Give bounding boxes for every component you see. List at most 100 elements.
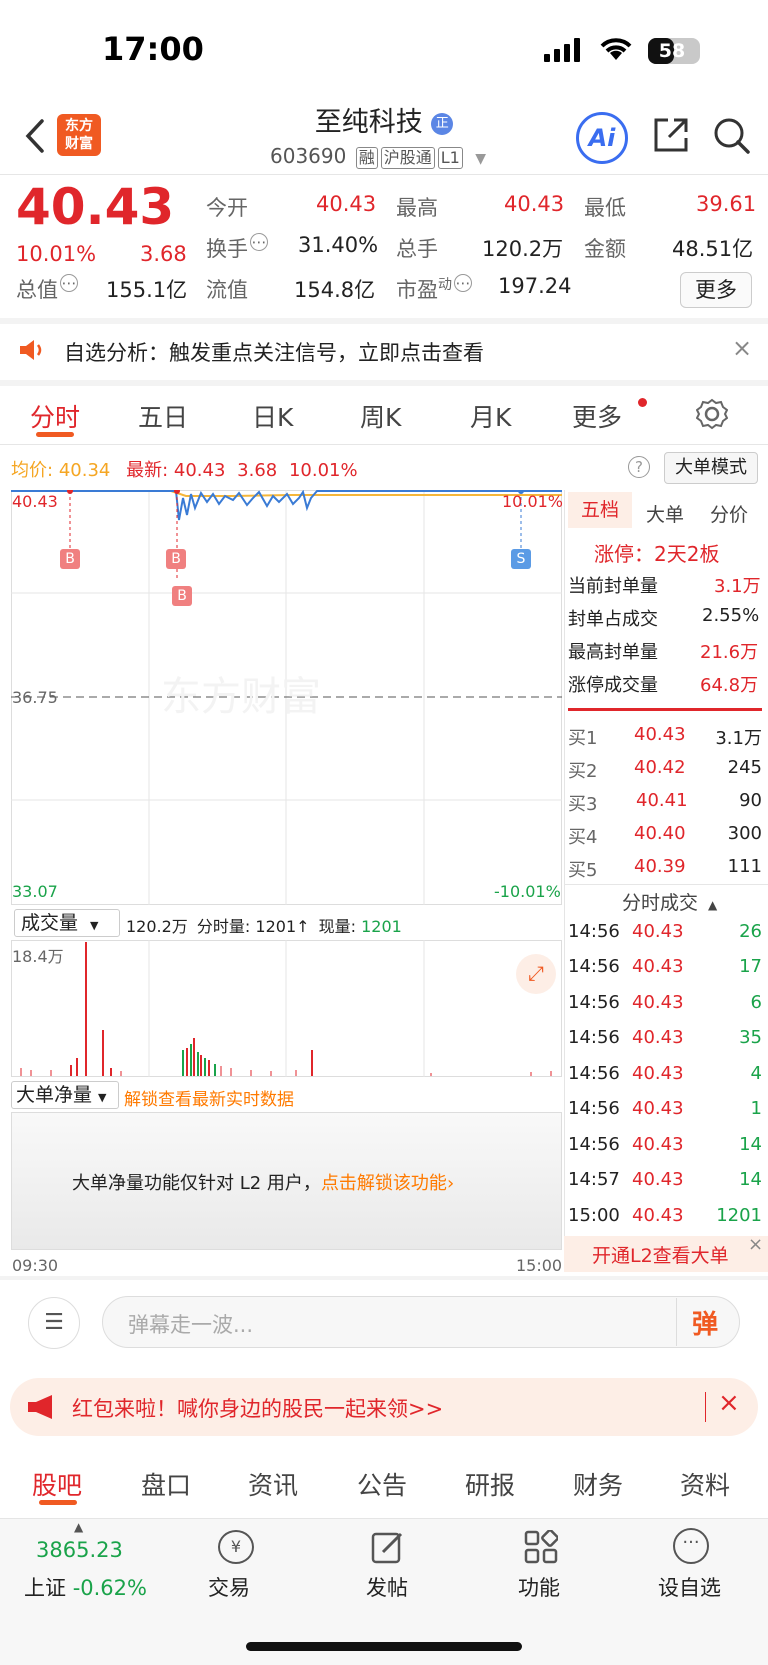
float-value: 154.8亿 bbox=[294, 278, 376, 302]
tab-daily-k[interactable]: 日K bbox=[252, 398, 293, 434]
tick-row: 14:56 40.43 26 bbox=[568, 921, 762, 942]
ticks-title[interactable]: 分时成交 ▲ bbox=[622, 888, 717, 915]
bid-row[interactable]: 买4 40.40 300 bbox=[568, 823, 762, 849]
big-order-selector[interactable]: 大单净量 ▼ bbox=[11, 1081, 119, 1109]
high-label: 最高 bbox=[396, 196, 438, 220]
close-icon[interactable]: × bbox=[748, 1234, 763, 1255]
limit-vol-label: 涨停成交量 bbox=[568, 675, 658, 696]
seal-stat-value: 3.1万 bbox=[714, 576, 761, 597]
y-top-label: 40.43 bbox=[12, 492, 58, 511]
tab-orderbook[interactable]: 盘口 bbox=[141, 1466, 191, 1502]
bid-row[interactable]: 买3 40.41 90 bbox=[568, 790, 762, 816]
bid-row[interactable]: 买5 40.39 111 bbox=[568, 856, 762, 882]
tag-margin: 融 bbox=[355, 147, 378, 169]
tab-finance[interactable]: 财务 bbox=[573, 1466, 623, 1502]
alert-text[interactable]: 自选分析：触发重点关注信号，立即点击查看 bbox=[64, 337, 484, 367]
divider bbox=[676, 1298, 677, 1346]
tab-monthly-k[interactable]: 月K bbox=[470, 398, 511, 434]
tab-big-order[interactable]: 大单 bbox=[646, 500, 684, 527]
max-seal-value: 21.6万 bbox=[700, 642, 759, 663]
mktcap-label[interactable]: 总值 ⋯ bbox=[16, 274, 78, 304]
turnover-label[interactable]: 换手 ⋯ bbox=[206, 233, 268, 263]
post-label[interactable]: 发帖 bbox=[366, 1572, 408, 1602]
index-row[interactable]: 上证 -0.62% bbox=[24, 1572, 147, 1602]
l2-banner-text[interactable]: 开通L2查看大单 bbox=[592, 1241, 729, 1268]
buy-marker[interactable]: B bbox=[60, 549, 80, 569]
close-icon[interactable]: × bbox=[732, 334, 752, 362]
tab-profile[interactable]: 资料 bbox=[680, 1466, 730, 1502]
compose-icon[interactable] bbox=[371, 1530, 405, 1564]
avg-price: 40.34 bbox=[58, 460, 111, 481]
tab-announcements[interactable]: 公告 bbox=[357, 1466, 407, 1502]
tab-research[interactable]: 研报 bbox=[465, 1466, 515, 1502]
limit-up-streak: 涨停：2天2板 bbox=[594, 542, 720, 566]
search-icon[interactable] bbox=[712, 116, 752, 156]
index-value[interactable]: 3865.23 bbox=[36, 1538, 123, 1562]
seal-stat-label: 当前封单量 bbox=[568, 576, 658, 597]
tab-indicator bbox=[39, 1500, 77, 1505]
close-icon[interactable]: × bbox=[718, 1388, 740, 1418]
tab-more[interactable]: 更多 bbox=[572, 398, 622, 434]
volume-max-label: 18.4万 bbox=[12, 947, 64, 966]
pct-top-label: 10.01% bbox=[502, 492, 564, 511]
low-label: 最低 bbox=[584, 196, 626, 220]
help-icon[interactable]: ? bbox=[628, 456, 650, 478]
x-start-label: 09:30 bbox=[12, 1256, 59, 1275]
megaphone-icon bbox=[28, 1395, 52, 1419]
stock-code-row[interactable]: 603690 融沪股通 L1 ▼ bbox=[270, 144, 486, 169]
mktcap-value: 155.1亿 bbox=[106, 278, 188, 302]
grid-icon[interactable] bbox=[524, 1530, 558, 1564]
x-end-label: 15:00 bbox=[516, 1256, 563, 1275]
volume-selector[interactable]: 成交量 ▼ bbox=[14, 909, 120, 937]
panel-divider bbox=[568, 708, 762, 711]
sell-marker[interactable]: S bbox=[511, 549, 531, 569]
volume-chart[interactable] bbox=[11, 940, 562, 1078]
red-packet-text[interactable]: 红包来啦！喊你身边的股民一起来领>> bbox=[72, 1393, 443, 1423]
ai-button[interactable]: Ai bbox=[576, 112, 628, 164]
expand-icon[interactable]: ⤢ bbox=[516, 954, 556, 994]
trade-icon[interactable]: ¥ bbox=[218, 1530, 254, 1564]
bid-row[interactable]: 买1 40.43 3.1万 bbox=[568, 724, 762, 750]
share-icon[interactable] bbox=[652, 116, 690, 154]
battery-icon: 58 bbox=[648, 38, 700, 64]
watchlist-label[interactable]: 设自选 bbox=[658, 1572, 721, 1602]
pct-bottom-label: -10.01% bbox=[494, 882, 561, 901]
danmu-button[interactable]: 弹 bbox=[692, 1304, 718, 1341]
tab-intraday[interactable]: 分时 bbox=[30, 398, 80, 434]
info-icon[interactable]: ⋯ bbox=[250, 233, 268, 251]
buy-marker[interactable]: B bbox=[172, 586, 192, 606]
limit-vol-value: 64.8万 bbox=[700, 675, 759, 696]
status-time: 17:00 bbox=[102, 30, 204, 68]
tab-news[interactable]: 资讯 bbox=[248, 1466, 298, 1502]
trade-label[interactable]: 交易 bbox=[208, 1572, 250, 1602]
unlock-link[interactable]: 点击解锁该功能 bbox=[321, 1173, 447, 1194]
info-icon[interactable]: ⋯ bbox=[60, 274, 78, 292]
dropdown-icon[interactable]: ▼ bbox=[475, 151, 486, 167]
tab-forum[interactable]: 股吧 bbox=[32, 1466, 82, 1502]
low-value: 39.61 bbox=[696, 192, 757, 216]
unlock-hint[interactable]: 解锁查看最新实时数据 bbox=[124, 1085, 294, 1110]
intraday-chart[interactable]: 东方财富 bbox=[11, 490, 562, 905]
big-order-mode-button[interactable]: 大单模式 bbox=[664, 452, 758, 484]
info-icon[interactable]: ⋯ bbox=[454, 274, 472, 292]
more-button[interactable]: 更多 bbox=[680, 272, 752, 308]
tab-order-book[interactable]: 五档 bbox=[568, 492, 632, 528]
tick-row: 14:56 40.43 35 bbox=[568, 1027, 762, 1048]
tab-5day[interactable]: 五日 bbox=[138, 398, 188, 434]
tab-price-dist[interactable]: 分价 bbox=[710, 500, 748, 527]
amount-label: 金额 bbox=[584, 237, 626, 261]
change-abs: 3.68 bbox=[140, 242, 187, 266]
volume-label: 总手 bbox=[396, 237, 438, 261]
list-settings-icon[interactable]: ☰ bbox=[28, 1297, 80, 1349]
pe-label[interactable]: 市盈动 ⋯ bbox=[396, 274, 472, 304]
volume-info: 120.2万 分时量: 1201↑ 现量: 1201 bbox=[126, 917, 402, 936]
tab-weekly-k[interactable]: 周K bbox=[360, 398, 401, 434]
more-dots-icon[interactable]: ··· bbox=[673, 1528, 709, 1564]
buy-marker[interactable]: B bbox=[166, 549, 186, 569]
function-label[interactable]: 功能 bbox=[518, 1572, 560, 1602]
tick-row: 14:56 40.43 14 bbox=[568, 1134, 762, 1155]
pe-value: 197.24 bbox=[498, 274, 572, 298]
gear-icon[interactable] bbox=[696, 398, 728, 430]
bid-row[interactable]: 买2 40.42 245 bbox=[568, 757, 762, 783]
y-mid-label: 36.75 bbox=[12, 688, 58, 707]
